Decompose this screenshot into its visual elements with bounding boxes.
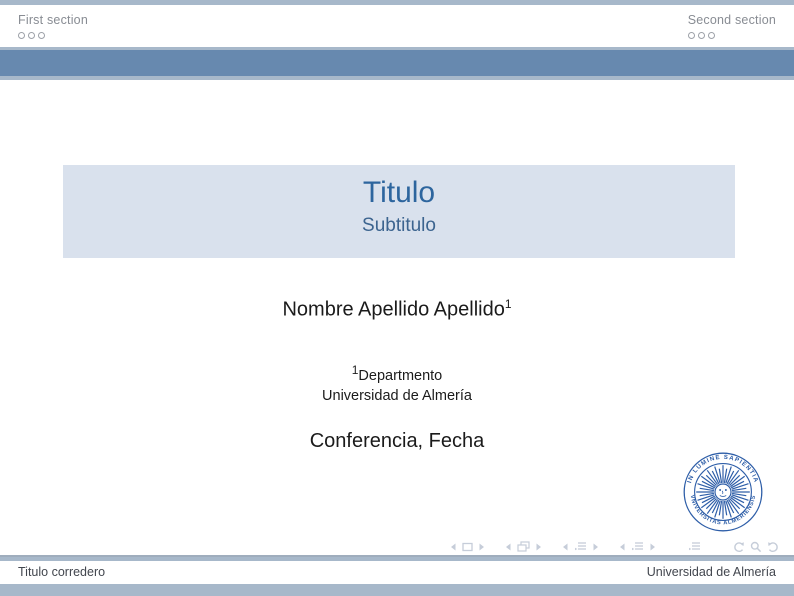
frame-dot-icon[interactable] (708, 32, 715, 39)
next-frame-icon[interactable] (535, 542, 543, 552)
frame-dot-icon[interactable] (18, 32, 25, 39)
institute-university: Universidad de Almería (0, 386, 794, 406)
section-icon[interactable] (631, 541, 644, 552)
next-section-icon[interactable] (649, 542, 657, 552)
slide-icon[interactable] (462, 542, 473, 552)
frame-icon[interactable] (517, 541, 530, 552)
frame-dot-icon[interactable] (698, 32, 705, 39)
conference-date-line: Conferencia, Fecha (0, 430, 794, 453)
header-top-bar (0, 0, 794, 5)
header-section-first[interactable]: First section (18, 13, 88, 41)
header-title-bar (0, 50, 794, 76)
prev-frame-icon[interactable] (504, 542, 512, 552)
university-seal-logo: IN LUMINE SAPIENTIA VNIVERSITAS ALMERIEN… (683, 452, 763, 532)
slide-title: Titulo (63, 176, 735, 209)
frame-dot-icon[interactable] (688, 32, 695, 39)
footer-institution: Universidad de Almería (647, 565, 776, 579)
seal-face-eye (719, 489, 721, 491)
subsection-icon[interactable] (574, 541, 587, 552)
author-name: Nombre Apellido Apellido (282, 299, 504, 321)
institute-block: 1Departmento Universidad de Almería (0, 360, 794, 406)
institute-department-line: 1Departmento (0, 360, 794, 386)
section-label[interactable]: First section (18, 13, 88, 27)
slide: First section Second section Titulo Subt… (0, 0, 794, 596)
go-back-icon[interactable] (732, 541, 745, 553)
author-footnote-mark: 1 (505, 297, 512, 311)
next-slide-icon[interactable] (478, 542, 486, 552)
frame-dot-icon[interactable] (38, 32, 45, 39)
author-line: Nombre Apellido Apellido1 (0, 297, 794, 322)
footer-short-title: Titulo corredero (18, 565, 105, 579)
header-separator-bottom (0, 76, 794, 80)
section-dots (688, 32, 776, 41)
document-icon[interactable] (688, 541, 701, 552)
section-label[interactable]: Second section (688, 13, 776, 27)
institute-department: Departmento (358, 368, 442, 384)
footer-top-bar (0, 557, 794, 561)
title-block: Titulo Subtitulo (63, 165, 735, 258)
navigation-symbols (449, 539, 780, 554)
prev-subsection-icon[interactable] (561, 542, 569, 552)
search-icon[interactable] (750, 541, 762, 553)
prev-section-icon[interactable] (618, 542, 626, 552)
prev-slide-icon[interactable] (449, 542, 457, 552)
frame-dot-icon[interactable] (28, 32, 35, 39)
seal-face-eye (725, 489, 727, 491)
section-dots (18, 32, 88, 41)
slide-subtitle: Subtitulo (63, 216, 735, 237)
header-section-second[interactable]: Second section (688, 13, 776, 41)
footer-bottom-bar (0, 584, 794, 596)
next-subsection-icon[interactable] (592, 542, 600, 552)
go-forward-icon[interactable] (767, 541, 780, 553)
